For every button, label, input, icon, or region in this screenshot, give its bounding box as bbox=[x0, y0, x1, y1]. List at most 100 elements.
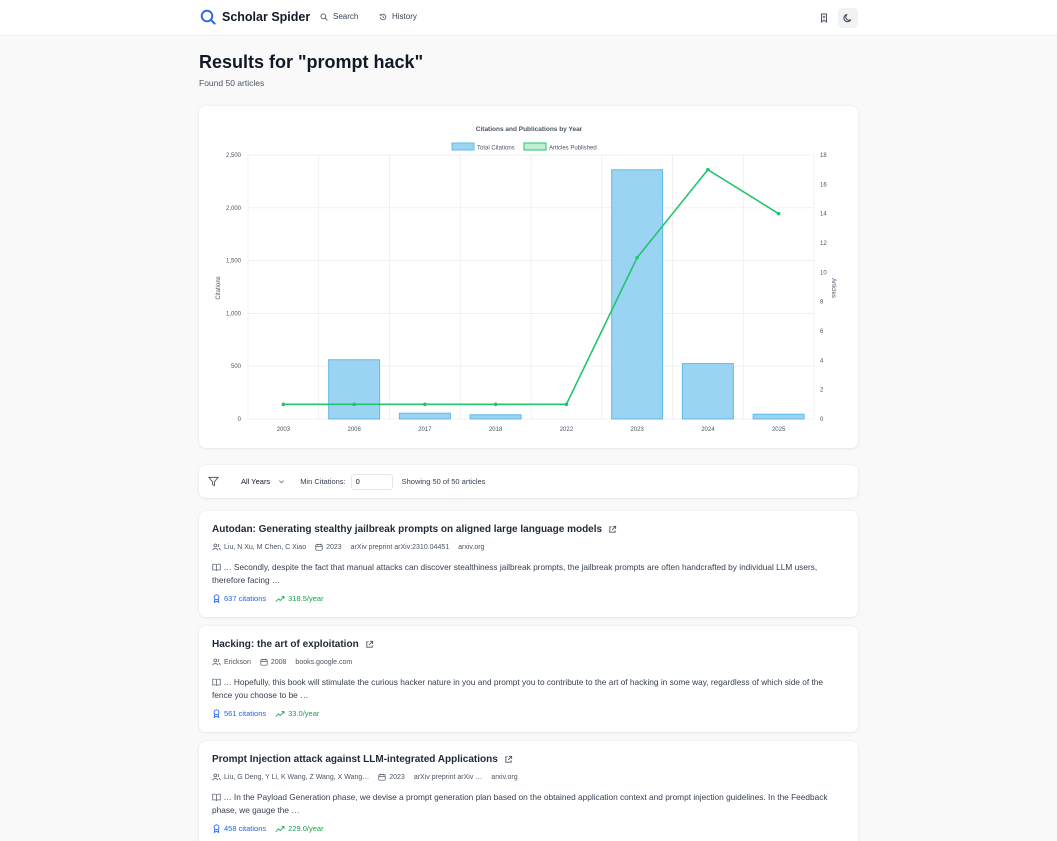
nav-search-label: Search bbox=[333, 12, 359, 21]
x-tick-label: 2008 bbox=[347, 427, 361, 433]
x-tick-label: 2017 bbox=[418, 427, 432, 433]
x-tick-label: 2024 bbox=[701, 427, 715, 433]
article-venue: arXiv preprint arXiv … bbox=[413, 773, 483, 781]
bar-citations[interactable] bbox=[328, 359, 381, 420]
article-authors: Liu, G Deng, Y Li, K Wang, Z Wang, X Wan… bbox=[224, 773, 370, 781]
users-icon bbox=[212, 543, 221, 551]
nav-search-link[interactable]: Search bbox=[320, 12, 358, 21]
legend-label-articles: Articles Published bbox=[549, 145, 597, 151]
article-domain: books.google.com bbox=[295, 658, 353, 666]
article-title: Prompt Injection attack against LLM-inte… bbox=[212, 754, 498, 765]
year-select[interactable]: All Years bbox=[234, 473, 292, 490]
point-articles[interactable] bbox=[493, 402, 498, 407]
chevron-down-icon bbox=[279, 480, 285, 484]
calendar-icon bbox=[260, 658, 268, 666]
history-icon bbox=[379, 13, 387, 20]
article-year: 2023 bbox=[326, 543, 342, 551]
y-tick-label: 1,500 bbox=[226, 259, 242, 265]
article-card: Hacking: the art of exploitation Erickso… bbox=[199, 626, 858, 732]
y2-tick-label: 8 bbox=[820, 300, 824, 306]
point-articles[interactable] bbox=[281, 402, 286, 407]
article-card: Prompt Injection attack against LLM-inte… bbox=[199, 741, 858, 841]
article-title-link[interactable]: Prompt Injection attack against LLM-inte… bbox=[212, 754, 513, 765]
article-domain: arxiv.org bbox=[458, 543, 485, 551]
point-articles[interactable] bbox=[564, 402, 569, 407]
y-tick-label: 500 bbox=[231, 364, 242, 370]
bookmark-button[interactable] bbox=[814, 8, 834, 28]
y2-tick-label: 0 bbox=[820, 417, 824, 423]
article-authors: Erickson bbox=[224, 658, 251, 666]
book-open-icon bbox=[212, 678, 221, 686]
search-icon bbox=[320, 13, 328, 21]
award-icon bbox=[213, 824, 220, 833]
y-tick-label: 2,500 bbox=[226, 153, 242, 159]
article-meta: Erickson 2008 books.google.com bbox=[212, 658, 361, 666]
y2-tick-label: 18 bbox=[820, 153, 827, 159]
bar-citations[interactable] bbox=[752, 413, 805, 420]
article-rate: 229.0/year bbox=[288, 824, 324, 833]
article-stats: 637 citations 318.5/year bbox=[212, 594, 324, 603]
nav-history-link[interactable]: History bbox=[379, 12, 417, 21]
legend-swatch-articles bbox=[523, 142, 547, 151]
article-year: 2008 bbox=[270, 658, 287, 666]
book-open-icon bbox=[212, 793, 221, 801]
chart-card: Citations and Publications by Year Total… bbox=[199, 106, 858, 448]
bar-citations[interactable] bbox=[469, 414, 522, 420]
app-name: Scholar Spider bbox=[222, 10, 311, 24]
article-snippet-text: … Secondly, despite the fact that manual… bbox=[212, 562, 818, 585]
article-citations: 561 citations bbox=[224, 709, 267, 718]
article-snippet: … Secondly, despite the fact that manual… bbox=[212, 561, 844, 587]
y2-tick-label: 10 bbox=[820, 270, 827, 276]
point-articles[interactable] bbox=[423, 402, 427, 407]
calendar-icon bbox=[315, 543, 323, 551]
article-rate: 33.0/year bbox=[288, 709, 320, 718]
min-citations-label: Min Citations: bbox=[300, 477, 346, 486]
bar-citations[interactable] bbox=[681, 363, 734, 420]
filter-bar: All Years Min Citations: Showing 50 of 5… bbox=[199, 465, 858, 498]
external-link-icon bbox=[609, 525, 617, 533]
y2-tick-label: 14 bbox=[820, 212, 827, 218]
x-tick-label: 2003 bbox=[277, 427, 291, 433]
article-venue: arXiv preprint arXiv:2310.04451 bbox=[350, 543, 450, 551]
y-tick-label: 2,000 bbox=[226, 206, 242, 212]
article-title-link[interactable]: Hacking: the art of exploitation bbox=[212, 639, 374, 650]
year-select-value: All Years bbox=[241, 477, 271, 486]
article-year: 2023 bbox=[389, 773, 405, 781]
brand[interactable]: Scholar Spider bbox=[200, 9, 310, 25]
trending-up-icon bbox=[275, 710, 285, 717]
top-nav: Scholar Spider Search History bbox=[0, 0, 1057, 36]
y2-tick-label: 16 bbox=[820, 182, 827, 188]
y2-axis-label: Articles bbox=[830, 278, 836, 298]
article-rate: 318.5/year bbox=[288, 594, 324, 603]
article-title: Hacking: the art of exploitation bbox=[212, 639, 359, 650]
article-snippet: … In the Payload Generation phase, we de… bbox=[212, 791, 844, 817]
moon-icon bbox=[843, 14, 852, 23]
x-tick-label: 2018 bbox=[489, 427, 503, 433]
min-citations-input[interactable] bbox=[350, 473, 393, 490]
point-articles[interactable] bbox=[635, 255, 639, 260]
article-stats: 561 citations 33.0/year bbox=[212, 709, 319, 718]
filter-icon bbox=[208, 476, 219, 487]
showing-count: Showing 50 of 50 articles bbox=[401, 477, 486, 486]
y2-tick-label: 6 bbox=[820, 329, 824, 335]
article-title: Autodan: Generating stealthy jailbreak p… bbox=[212, 524, 603, 535]
y-axis-label: Citations bbox=[216, 276, 222, 299]
y-tick-label: 0 bbox=[238, 417, 242, 423]
bar-citations[interactable] bbox=[398, 412, 451, 420]
article-citations: 637 citations bbox=[224, 594, 267, 603]
article-snippet-text: … Hopefully, this book will stimulate th… bbox=[212, 677, 823, 700]
point-articles[interactable] bbox=[706, 167, 710, 172]
users-icon bbox=[212, 773, 221, 781]
nav-history-label: History bbox=[392, 12, 417, 21]
article-snippet-text: … In the Payload Generation phase, we de… bbox=[212, 792, 828, 815]
calendar-icon bbox=[378, 773, 386, 781]
award-icon bbox=[213, 594, 220, 603]
x-tick-label: 2025 bbox=[772, 427, 786, 433]
point-articles[interactable] bbox=[352, 402, 356, 407]
article-title-link[interactable]: Autodan: Generating stealthy jailbreak p… bbox=[212, 524, 617, 535]
theme-toggle-button[interactable] bbox=[838, 8, 858, 28]
point-articles[interactable] bbox=[776, 211, 781, 216]
book-open-icon bbox=[212, 563, 221, 571]
article-stats: 458 citations 229.0/year bbox=[212, 824, 324, 833]
article-domain: arxiv.org bbox=[491, 773, 518, 781]
